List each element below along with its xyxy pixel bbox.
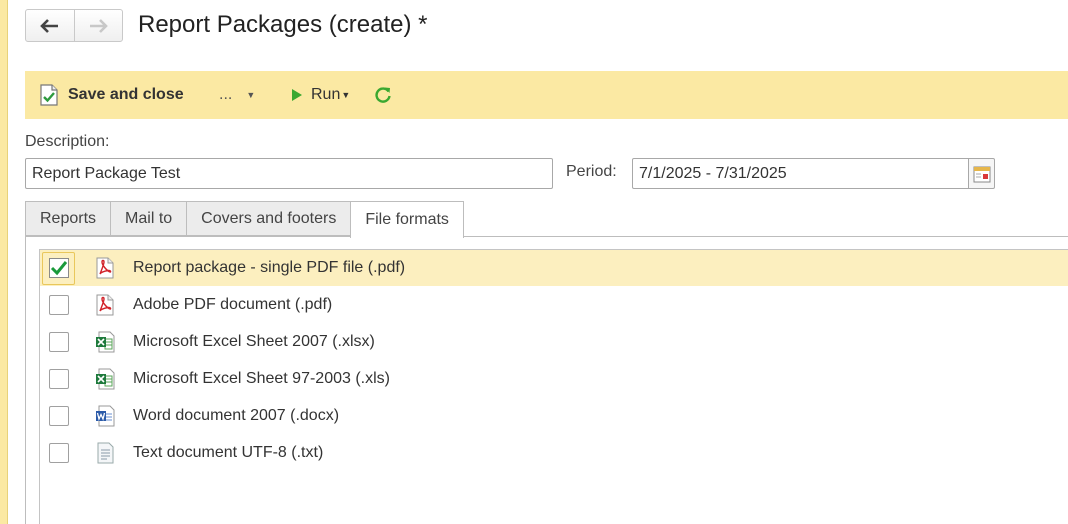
period-input[interactable] <box>632 158 970 189</box>
text-document-icon <box>97 442 114 464</box>
format-checkbox[interactable] <box>49 406 69 426</box>
list-item[interactable]: Word document 2007 (.docx) <box>40 398 1068 434</box>
format-label: Report package - single PDF file (.pdf) <box>133 259 406 276</box>
description-label: Description: <box>25 133 110 150</box>
refresh-icon <box>375 87 391 103</box>
list-item[interactable]: Text document UTF-8 (.txt) <box>40 435 1068 471</box>
more-actions-label: ... <box>219 86 233 103</box>
dropdown-arrow-icon: ▼ <box>246 90 256 100</box>
forward-button[interactable] <box>75 10 123 41</box>
file-formats-list: Report package - single PDF file (.pdf) … <box>39 249 1068 524</box>
arrow-left-icon <box>39 18 58 33</box>
command-bar: Save and close ... ▼ Run ▼ <box>25 71 1068 119</box>
format-checkbox[interactable] <box>42 251 75 285</box>
tab-mail-to[interactable]: Mail to <box>110 201 187 236</box>
word-icon <box>96 405 115 427</box>
format-label: Adobe PDF document (.pdf) <box>133 296 333 313</box>
save-and-close-button[interactable]: Save and close <box>39 71 184 119</box>
excel-icon <box>96 368 115 390</box>
save-document-icon <box>40 84 58 106</box>
more-actions-button[interactable]: ... ▼ <box>219 71 255 119</box>
back-button[interactable] <box>26 10 75 41</box>
tab-reports[interactable]: Reports <box>25 201 111 236</box>
arrow-right-icon <box>90 18 109 33</box>
format-checkbox[interactable] <box>49 295 69 315</box>
format-checkbox[interactable] <box>49 443 69 463</box>
period-label: Period: <box>566 163 617 180</box>
format-checkbox[interactable] <box>49 332 69 352</box>
dropdown-arrow-icon: ▼ <box>341 90 351 100</box>
refresh-button[interactable] <box>374 71 392 119</box>
calendar-icon <box>973 166 990 182</box>
format-label: Text document UTF-8 (.txt) <box>133 444 324 461</box>
checkbox-box <box>48 258 69 278</box>
list-item[interactable]: Adobe PDF document (.pdf) <box>40 287 1068 323</box>
format-checkbox[interactable] <box>49 369 69 389</box>
excel-icon <box>96 331 115 353</box>
left-edge-strip <box>0 0 8 524</box>
run-label: Run <box>311 86 341 103</box>
page-title: Report Packages (create) * <box>138 11 428 38</box>
pdf-icon <box>96 257 114 279</box>
tab-covers-and-footers[interactable]: Covers and footers <box>186 201 351 236</box>
period-picker-button[interactable] <box>968 158 995 189</box>
list-item[interactable]: Microsoft Excel Sheet 2007 (.xlsx) <box>40 324 1068 360</box>
pdf-icon <box>96 294 114 316</box>
checkmark-icon <box>50 261 67 276</box>
description-input[interactable] <box>25 158 553 189</box>
tab-bar: Reports Mail to Covers and footers File … <box>25 201 464 238</box>
list-item[interactable]: Microsoft Excel Sheet 97-2003 (.xls) <box>40 361 1068 397</box>
format-label: Word document 2007 (.docx) <box>133 407 340 424</box>
format-label: Microsoft Excel Sheet 97-2003 (.xls) <box>133 370 390 387</box>
tab-file-formats[interactable]: File formats <box>350 201 464 238</box>
play-icon <box>292 89 302 101</box>
save-and-close-label: Save and close <box>68 86 184 103</box>
navigation-buttons <box>25 9 123 42</box>
format-label: Microsoft Excel Sheet 2007 (.xlsx) <box>133 333 375 350</box>
list-item[interactable]: Report package - single PDF file (.pdf) <box>40 250 1068 286</box>
run-button[interactable]: Run ▼ <box>291 71 350 119</box>
